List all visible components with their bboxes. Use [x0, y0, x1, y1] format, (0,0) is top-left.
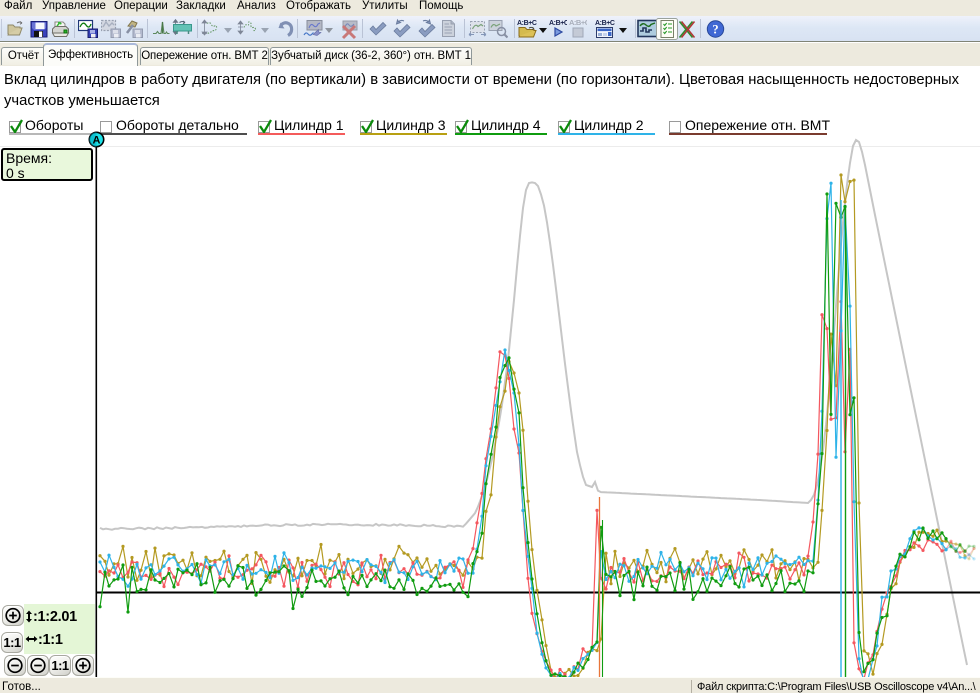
- svg-text:?: ?: [712, 23, 718, 37]
- svg-text:A:B+C: A:B+C: [549, 20, 567, 27]
- svg-text:A:B+C: A:B+C: [595, 20, 615, 27]
- svg-text:A:B+C: A:B+C: [517, 20, 537, 27]
- svg-text:A:B+C: A:B+C: [569, 18, 587, 27]
- svg-text:A: A: [93, 135, 101, 147]
